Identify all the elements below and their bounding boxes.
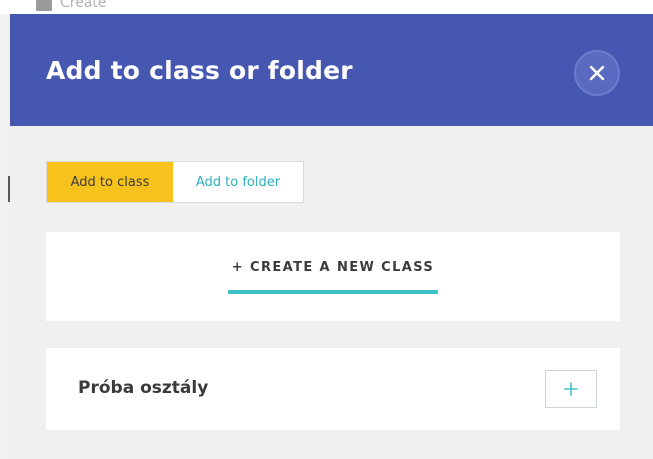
tab-add-to-folder[interactable]: Add to folder [173,162,303,202]
destination-tabs: Add to class Add to folder [46,161,304,203]
background-create-menu: Create [36,0,107,11]
plus-icon [564,382,578,396]
background-left-edge [0,14,10,459]
create-link-underline [228,290,438,294]
create-class-card: + CREATE A NEW CLASS [46,232,620,321]
create-new-class-link[interactable]: + CREATE A NEW CLASS [46,260,620,275]
tab-add-to-class[interactable]: Add to class [47,162,173,202]
close-button[interactable] [574,50,620,96]
class-list-item: Próba osztály [46,348,620,430]
class-name: Próba osztály [78,378,209,398]
add-to-class-modal: Add to class or folder Add to class Add … [10,14,653,459]
screen: Create Add to class or folder Add to cla… [0,0,653,459]
background-create-label: Create [60,0,107,11]
create-icon [36,0,52,11]
modal-header: Add to class or folder [10,14,653,126]
close-icon [589,65,605,81]
modal-title: Add to class or folder [46,56,353,85]
add-to-class-button[interactable] [545,370,597,408]
